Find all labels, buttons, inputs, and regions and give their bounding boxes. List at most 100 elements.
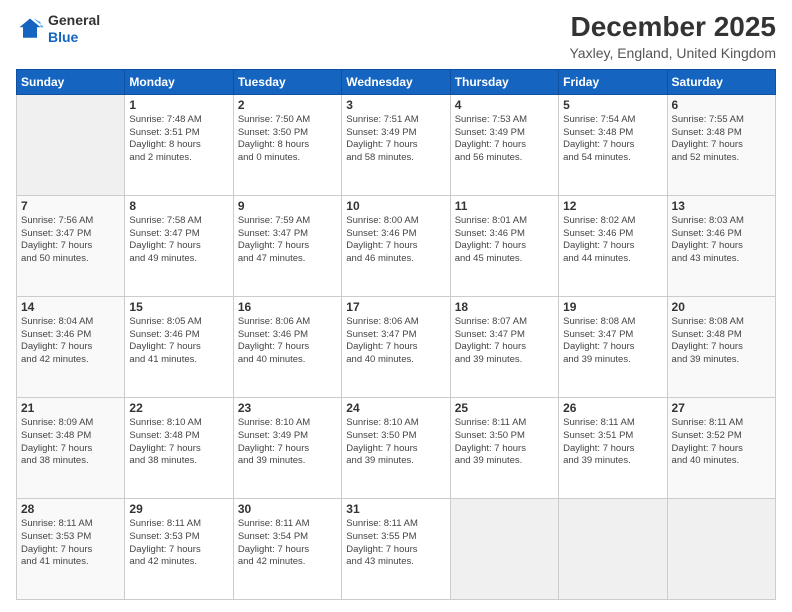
day-number: 29: [129, 502, 228, 516]
calendar-cell: 20 Sunrise: 8:08 AM Sunset: 3:48 PM Dayli…: [667, 296, 775, 397]
day-info: Sunrise: 8:10 AM Sunset: 3:50 PM Dayligh…: [346, 417, 445, 468]
day-info: Sunrise: 8:11 AM Sunset: 3:52 PM Dayligh…: [672, 417, 771, 468]
day-info: Sunrise: 8:00 AM Sunset: 3:46 PM Dayligh…: [346, 215, 445, 266]
day-info: Sunrise: 8:06 AM Sunset: 3:46 PM Dayligh…: [238, 316, 337, 367]
calendar-cell: 23Sunrise: 8:10 AM Sunset: 3:49 PM Dayli…: [233, 397, 341, 498]
calendar-cell: 30 Sunrise: 8:11 AM Sunset: 3:54 PM Dayli…: [233, 498, 341, 599]
calendar-cell: 6 Sunrise: 7:55 AM Sunset: 3:48 PM Daylig…: [667, 94, 775, 195]
day-info: Sunrise: 8:11 AM Sunset: 3:54 PM Dayligh…: [238, 518, 337, 569]
day-number: 2: [238, 98, 337, 112]
calendar-cell: 24 Sunrise: 8:10 AM Sunset: 3:50 PM Dayli…: [342, 397, 450, 498]
calendar-cell: 3 Sunrise: 7:51 AM Sunset: 3:49 PM Daylig…: [342, 94, 450, 195]
calendar-cell: 12 Sunrise: 8:02 AM Sunset: 3:46 PM Dayli…: [559, 195, 667, 296]
calendar-cell: 22Sunrise: 8:10 AM Sunset: 3:48 PM Dayli…: [125, 397, 233, 498]
day-info: Sunrise: 8:11 AM Sunset: 3:50 PM Dayligh…: [455, 417, 554, 468]
day-info: Sunrise: 8:04 AM Sunset: 3:46 PM Dayligh…: [21, 316, 120, 367]
calendar-week-row: 14 Sunrise: 8:04 AM Sunset: 3:46 PM Dayli…: [17, 296, 776, 397]
day-header-tuesday: Tuesday: [233, 69, 341, 94]
logo-general: General: [48, 12, 100, 28]
day-number: 16: [238, 300, 337, 314]
day-info: Sunrise: 8:07 AM Sunset: 3:47 PM Dayligh…: [455, 316, 554, 367]
calendar-body: 1 Sunrise: 7:48 AM Sunset: 3:51 PM Daylig…: [17, 94, 776, 599]
day-number: 5: [563, 98, 662, 112]
day-info: Sunrise: 7:51 AM Sunset: 3:49 PM Dayligh…: [346, 114, 445, 165]
day-info: Sunrise: 7:58 AM Sunset: 3:47 PM Dayligh…: [129, 215, 228, 266]
calendar-cell: 14 Sunrise: 8:04 AM Sunset: 3:46 PM Dayli…: [17, 296, 125, 397]
calendar-cell: 28 Sunrise: 8:11 AM Sunset: 3:53 PM Dayli…: [17, 498, 125, 599]
calendar-cell: 15Sunrise: 8:05 AM Sunset: 3:46 PM Dayli…: [125, 296, 233, 397]
day-info: Sunrise: 7:55 AM Sunset: 3:48 PM Dayligh…: [672, 114, 771, 165]
day-info: Sunrise: 8:08 AM Sunset: 3:48 PM Dayligh…: [672, 316, 771, 367]
day-info: Sunrise: 8:02 AM Sunset: 3:46 PM Dayligh…: [563, 215, 662, 266]
day-number: 3: [346, 98, 445, 112]
calendar-cell: [667, 498, 775, 599]
logo: General Blue: [16, 12, 100, 46]
calendar-cell: 2Sunrise: 7:50 AM Sunset: 3:50 PM Daylig…: [233, 94, 341, 195]
calendar-cell: 25Sunrise: 8:11 AM Sunset: 3:50 PM Dayli…: [450, 397, 558, 498]
calendar-cell: 4Sunrise: 7:53 AM Sunset: 3:49 PM Daylig…: [450, 94, 558, 195]
calendar-cell: [559, 498, 667, 599]
logo-icon: [16, 15, 44, 43]
day-number: 27: [672, 401, 771, 415]
day-number: 18: [455, 300, 554, 314]
day-number: 12: [563, 199, 662, 213]
calendar-cell: [450, 498, 558, 599]
day-number: 28: [21, 502, 120, 516]
calendar-header-row: SundayMondayTuesdayWednesdayThursdayFrid…: [17, 69, 776, 94]
day-number: 10: [346, 199, 445, 213]
day-info: Sunrise: 8:11 AM Sunset: 3:55 PM Dayligh…: [346, 518, 445, 569]
day-info: Sunrise: 7:56 AM Sunset: 3:47 PM Dayligh…: [21, 215, 120, 266]
day-number: 9: [238, 199, 337, 213]
day-number: 31: [346, 502, 445, 516]
day-number: 14: [21, 300, 120, 314]
day-info: Sunrise: 8:10 AM Sunset: 3:49 PM Dayligh…: [238, 417, 337, 468]
day-header-saturday: Saturday: [667, 69, 775, 94]
calendar-cell: 16 Sunrise: 8:06 AM Sunset: 3:46 PM Dayli…: [233, 296, 341, 397]
subtitle: Yaxley, England, United Kingdom: [570, 45, 777, 61]
day-header-friday: Friday: [559, 69, 667, 94]
day-number: 13: [672, 199, 771, 213]
day-info: Sunrise: 8:09 AM Sunset: 3:48 PM Dayligh…: [21, 417, 120, 468]
day-number: 1: [129, 98, 228, 112]
day-number: 11: [455, 199, 554, 213]
day-info: Sunrise: 8:05 AM Sunset: 3:46 PM Dayligh…: [129, 316, 228, 367]
day-number: 6: [672, 98, 771, 112]
logo-blue: Blue: [48, 29, 78, 45]
day-header-thursday: Thursday: [450, 69, 558, 94]
day-info: Sunrise: 7:48 AM Sunset: 3:51 PM Dayligh…: [129, 114, 228, 165]
calendar-cell: 19 Sunrise: 8:08 AM Sunset: 3:47 PM Dayli…: [559, 296, 667, 397]
calendar-cell: 1 Sunrise: 7:48 AM Sunset: 3:51 PM Daylig…: [125, 94, 233, 195]
day-info: Sunrise: 8:11 AM Sunset: 3:53 PM Dayligh…: [129, 518, 228, 569]
day-number: 26: [563, 401, 662, 415]
day-number: 19: [563, 300, 662, 314]
day-number: 20: [672, 300, 771, 314]
calendar-table: SundayMondayTuesdayWednesdayThursdayFrid…: [16, 69, 776, 600]
calendar-cell: 9 Sunrise: 7:59 AM Sunset: 3:47 PM Daylig…: [233, 195, 341, 296]
day-info: Sunrise: 8:01 AM Sunset: 3:46 PM Dayligh…: [455, 215, 554, 266]
day-info: Sunrise: 8:06 AM Sunset: 3:47 PM Dayligh…: [346, 316, 445, 367]
main-title: December 2025: [570, 12, 777, 43]
day-info: Sunrise: 7:54 AM Sunset: 3:48 PM Dayligh…: [563, 114, 662, 165]
calendar-cell: 26Sunrise: 8:11 AM Sunset: 3:51 PM Dayli…: [559, 397, 667, 498]
calendar-week-row: 28 Sunrise: 8:11 AM Sunset: 3:53 PM Dayli…: [17, 498, 776, 599]
day-number: 24: [346, 401, 445, 415]
calendar-week-row: 1 Sunrise: 7:48 AM Sunset: 3:51 PM Daylig…: [17, 94, 776, 195]
day-number: 4: [455, 98, 554, 112]
logo-text: General Blue: [48, 12, 100, 46]
day-number: 7: [21, 199, 120, 213]
day-info: Sunrise: 8:11 AM Sunset: 3:53 PM Dayligh…: [21, 518, 120, 569]
calendar-cell: 10 Sunrise: 8:00 AM Sunset: 3:46 PM Dayli…: [342, 195, 450, 296]
calendar-cell: 13 Sunrise: 8:03 AM Sunset: 3:46 PM Dayli…: [667, 195, 775, 296]
calendar-cell: 27 Sunrise: 8:11 AM Sunset: 3:52 PM Dayli…: [667, 397, 775, 498]
day-number: 30: [238, 502, 337, 516]
calendar-cell: [17, 94, 125, 195]
calendar-cell: 7 Sunrise: 7:56 AM Sunset: 3:47 PM Daylig…: [17, 195, 125, 296]
calendar-cell: 29 Sunrise: 8:11 AM Sunset: 3:53 PM Dayli…: [125, 498, 233, 599]
day-number: 17: [346, 300, 445, 314]
title-block: December 2025 Yaxley, England, United Ki…: [570, 12, 777, 61]
day-info: Sunrise: 8:10 AM Sunset: 3:48 PM Dayligh…: [129, 417, 228, 468]
calendar-cell: 21Sunrise: 8:09 AM Sunset: 3:48 PM Dayli…: [17, 397, 125, 498]
day-info: Sunrise: 8:03 AM Sunset: 3:46 PM Dayligh…: [672, 215, 771, 266]
day-info: Sunrise: 8:08 AM Sunset: 3:47 PM Dayligh…: [563, 316, 662, 367]
day-info: Sunrise: 7:59 AM Sunset: 3:47 PM Dayligh…: [238, 215, 337, 266]
